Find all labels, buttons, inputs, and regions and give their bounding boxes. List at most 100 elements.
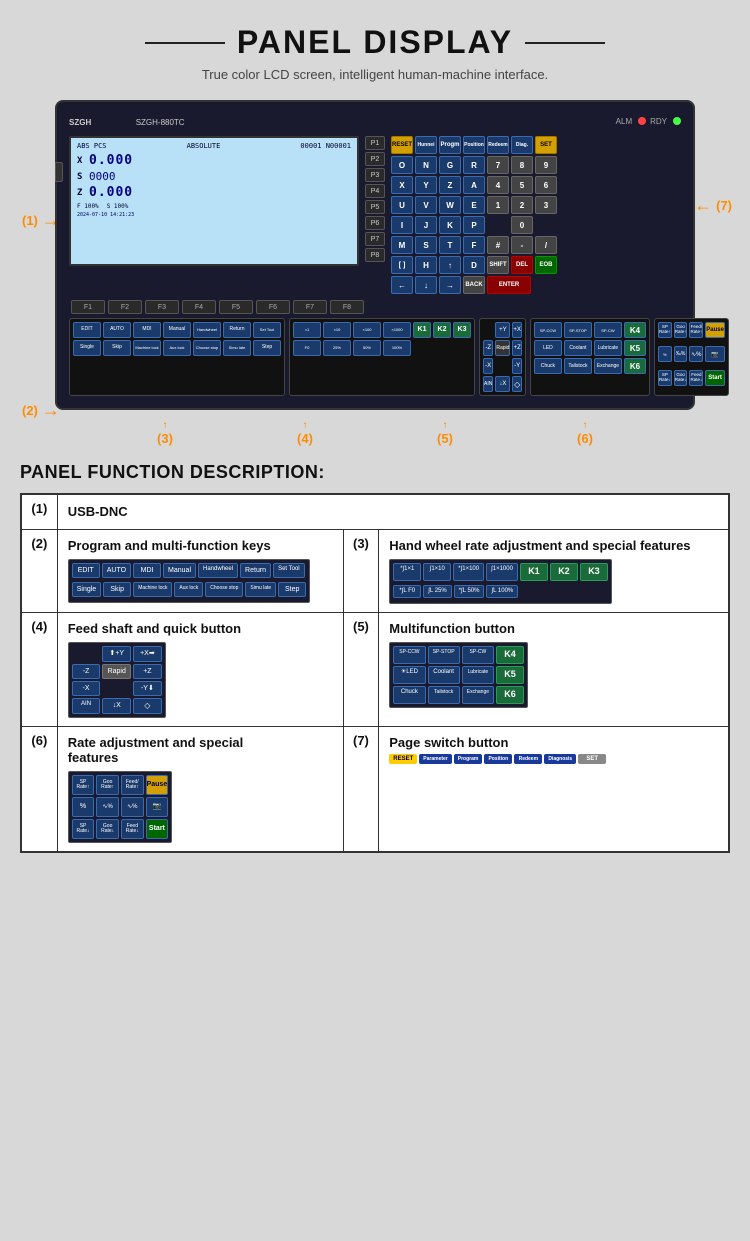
choose-stop-btn[interactable]: Choose stop xyxy=(193,340,221,356)
p3-button[interactable]: P3 xyxy=(365,168,385,182)
f4-key[interactable]: F4 xyxy=(182,300,216,314)
p-key[interactable]: P xyxy=(463,216,485,234)
jog-rapid[interactable]: Rapid xyxy=(495,340,510,356)
mini-feed-rate-up[interactable]: Feed/Rate↑ xyxy=(121,775,144,795)
k5-btn[interactable]: K5 xyxy=(624,340,646,356)
0-key[interactable]: 0 xyxy=(511,216,533,234)
sp-rate-up-btn[interactable]: SPRate↑ xyxy=(658,322,672,338)
usb-port[interactable] xyxy=(55,162,63,182)
mini-pct[interactable]: % xyxy=(72,797,95,817)
sp-ccw-btn[interactable]: SP-CCW xyxy=(534,322,562,338)
u-key[interactable]: U xyxy=(391,196,413,214)
mini-sp-rate-down[interactable]: SPRate↓ xyxy=(72,819,95,839)
enter-key[interactable]: ENTER xyxy=(487,276,531,294)
bracket-key[interactable]: [ ] xyxy=(391,256,413,274)
del-key[interactable]: DEL xyxy=(511,256,533,274)
manual-btn[interactable]: Manual xyxy=(163,322,191,338)
jog-desc-rapid[interactable]: Rapid xyxy=(102,664,131,679)
up-arrow-key[interactable]: ↑ xyxy=(439,256,461,274)
mini-single[interactable]: Single xyxy=(72,582,101,597)
mini-k6[interactable]: K6 xyxy=(496,686,524,704)
k-key[interactable]: K xyxy=(439,216,461,234)
led-btn[interactable]: LED xyxy=(534,340,562,356)
sp-stop-btn[interactable]: SP-STOP xyxy=(564,322,592,338)
jog-minus-y[interactable]: -Y xyxy=(512,358,522,374)
jog-desc-mx[interactable]: -X xyxy=(72,681,101,696)
x-key[interactable]: X xyxy=(391,176,413,194)
desc-prog-btn[interactable]: Program xyxy=(454,754,483,764)
mini-x1[interactable]: *∫1×1 xyxy=(393,563,421,581)
desc-reset-btn[interactable]: RESET xyxy=(389,754,417,764)
t-key[interactable]: T xyxy=(439,236,461,254)
3-key[interactable]: 3 xyxy=(535,196,557,214)
i-key[interactable]: I xyxy=(391,216,413,234)
desc-redeem-btn[interactable]: Redeem xyxy=(514,754,542,764)
mini-cam[interactable]: 📷 xyxy=(146,797,169,817)
mini-feed-rate-down[interactable]: FeedRate↓ xyxy=(121,819,144,839)
slash-key[interactable]: / xyxy=(535,236,557,254)
jog-minus-z[interactable]: -Z xyxy=(483,340,493,356)
jog-desc-px[interactable]: +X➡ xyxy=(133,646,162,661)
mini-start[interactable]: Start xyxy=(146,819,169,839)
set-key[interactable]: SET xyxy=(535,136,557,154)
desc-param-btn[interactable]: Parameter xyxy=(419,754,451,764)
mini-step[interactable]: Step xyxy=(278,582,306,597)
x1-btn[interactable]: ×1 xyxy=(293,322,321,338)
jog-desc-py[interactable]: ⬆+Y xyxy=(102,646,131,661)
mdi-btn[interactable]: MDI xyxy=(133,322,161,338)
chuck-btn[interactable]: Chuck xyxy=(534,358,562,374)
f6-key[interactable]: F6 xyxy=(256,300,290,314)
lubricate-btn[interactable]: Lubricate xyxy=(594,340,622,356)
f5-key[interactable]: F5 xyxy=(219,300,253,314)
f8-key[interactable]: F8 xyxy=(330,300,364,314)
v-key[interactable]: V xyxy=(415,196,437,214)
wave-pct-btn[interactable]: ∿% xyxy=(689,346,703,362)
sp-cw-btn[interactable]: SP-CW xyxy=(594,322,622,338)
p2-button[interactable]: P2 xyxy=(365,152,385,166)
eob-key[interactable]: EOB xyxy=(535,256,557,274)
mini-k1[interactable]: K1 xyxy=(520,563,548,581)
d-key[interactable]: D xyxy=(463,256,485,274)
x10-btn[interactable]: ×10 xyxy=(323,322,351,338)
f-key[interactable]: F xyxy=(463,236,485,254)
sp-rate-down-btn[interactable]: SPRate↓ xyxy=(658,370,672,386)
mini-goo-rate-up[interactable]: GooRate↑ xyxy=(96,775,119,795)
r-key[interactable]: R xyxy=(463,156,485,174)
p5-button[interactable]: P5 xyxy=(365,200,385,214)
jog-desc-ain[interactable]: AIN xyxy=(72,698,101,714)
mini-x10[interactable]: ∫1×10 xyxy=(423,563,451,581)
perthousand-btn[interactable]: ‰% xyxy=(674,346,688,362)
mini-coolant[interactable]: Coolant xyxy=(428,666,460,684)
1-key[interactable]: 1 xyxy=(487,196,509,214)
hunnei-key[interactable]: Hunnei xyxy=(415,136,437,154)
mini-k5[interactable]: K5 xyxy=(496,666,524,684)
mini-50[interactable]: *∫L 50% xyxy=(454,585,485,599)
jog-desc-pz[interactable]: +Z xyxy=(133,664,162,679)
j-key[interactable]: J xyxy=(415,216,437,234)
mini-chuck[interactable]: Chuck xyxy=(393,686,425,704)
mini-25[interactable]: ∫L 25% xyxy=(423,585,451,599)
desc-diag-btn[interactable]: Diagnosis xyxy=(544,754,576,764)
e-key[interactable]: E xyxy=(463,196,485,214)
mini-spccw[interactable]: SP-CCW xyxy=(393,646,425,664)
z-key[interactable]: Z xyxy=(439,176,461,194)
f7-key[interactable]: F7 xyxy=(293,300,327,314)
goo-rate-up-btn[interactable]: GooRate↑ xyxy=(674,322,688,338)
camera-btn[interactable]: 📷 xyxy=(705,346,725,362)
mini-per-mil[interactable]: ∿% xyxy=(96,797,119,817)
handwheel-btn[interactable]: Handwheel xyxy=(193,322,221,338)
desc-set-btn[interactable]: SET xyxy=(578,754,606,764)
5-key[interactable]: 5 xyxy=(511,176,533,194)
x100-btn[interactable]: ×100 xyxy=(353,322,381,338)
dash-key[interactable]: - xyxy=(511,236,533,254)
mini-x100[interactable]: *∫1×100 xyxy=(453,563,484,581)
pause-btn[interactable]: Pause xyxy=(705,322,725,338)
p1-button[interactable]: P1 xyxy=(365,136,385,150)
mini-tailstock[interactable]: Tailstock xyxy=(428,686,460,704)
h-key[interactable]: H xyxy=(415,256,437,274)
jog-plus-y[interactable]: +Y xyxy=(495,322,510,338)
set-tool-btn[interactable]: Set Tool xyxy=(253,322,281,338)
8-key[interactable]: 8 xyxy=(511,156,533,174)
w-key[interactable]: W xyxy=(439,196,461,214)
p6-button[interactable]: P6 xyxy=(365,216,385,230)
